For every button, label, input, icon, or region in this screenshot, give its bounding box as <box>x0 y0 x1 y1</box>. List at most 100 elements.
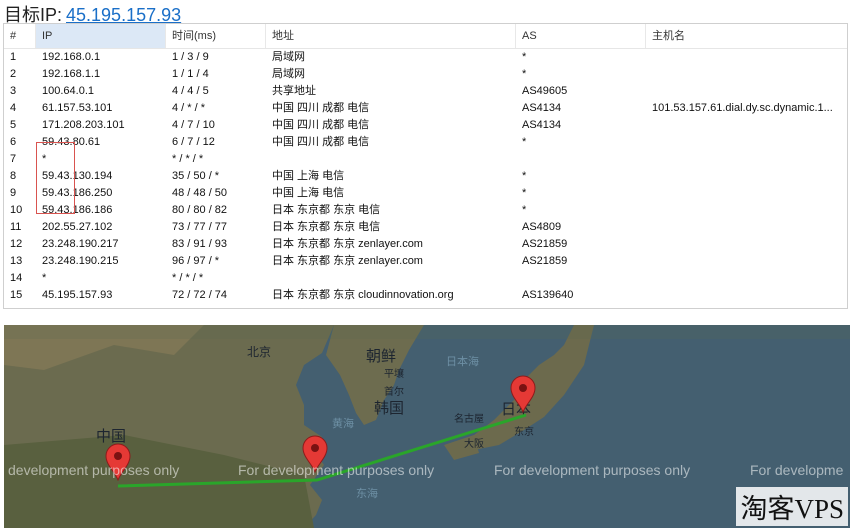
trace-table: # IP 时间(ms) 地址 AS 主机名 1 192.168.0.1 1 / 3 / 9 局域… <box>3 23 848 309</box>
label-nagoya: 名古屋 <box>454 414 484 425</box>
table-cell <box>646 270 847 287</box>
table-row[interactable]: 1 192.168.0.1 1 / 3 / 9 局域网 * <box>4 49 847 66</box>
table-cell: 日本 东京都 东京 zenlayer.com <box>272 255 423 267</box>
table-row[interactable]: 6 59.43.80.61 6 / 7 / 12 中国 四川 成都 电信 * <box>4 134 847 151</box>
table-cell: AS4134 <box>522 102 562 114</box>
table-cell: 6 <box>10 136 17 148</box>
table-cell <box>646 117 847 134</box>
table-cell: 15 <box>10 289 23 301</box>
table-row[interactable]: 3 100.64.0.1 4 / 4 / 5 共享地址 AS49605 <box>4 83 847 100</box>
column-header[interactable]: # <box>4 24 36 48</box>
table-cell <box>516 151 646 168</box>
table-cell: 171.208.203.101 <box>42 119 125 131</box>
table-cell: 10 <box>10 204 23 216</box>
label-tokyo: 东京 <box>514 427 534 438</box>
table-cell: 59.43.80.61 <box>42 136 101 148</box>
table-cell: AS21859 <box>522 238 568 250</box>
route-map[interactable]: 北京 朝鲜 平壤 首尔 韩国 日本海 黄海 东海 中国 名古屋 大阪 日本 东京… <box>4 325 850 528</box>
table-row[interactable]: 8 59.43.130.194 35 / 50 / * 中国 上海 电信 * <box>4 168 847 185</box>
brand-watermark: 淘客VPS <box>736 487 848 526</box>
table-cell: 中国 四川 成都 电信 <box>272 102 370 114</box>
table-cell: 80 / 80 / 82 <box>172 204 228 216</box>
dev-watermark-4: For developme <box>750 462 844 478</box>
table-cell: 59.43.186.186 <box>42 204 113 216</box>
table-cell <box>646 185 847 202</box>
table-cell: 4 <box>10 102 17 114</box>
table-cell: 23.248.190.217 <box>42 238 119 250</box>
table-cell: 12 <box>10 238 23 250</box>
table-cell: 23.248.190.215 <box>42 255 119 267</box>
column-header[interactable]: 时间(ms) <box>166 24 266 48</box>
table-cell <box>646 287 847 304</box>
table-cell: 日本 东京都 东京 电信 <box>272 221 381 233</box>
column-header[interactable]: 主机名 <box>646 24 847 48</box>
table-cell: 2 <box>10 68 17 80</box>
table-cell <box>646 168 847 185</box>
table-cell: 4 / 7 / 10 <box>172 119 215 131</box>
table-row[interactable]: 13 23.248.190.215 96 / 97 / * 日本 东京都 东京 zen… <box>4 253 847 270</box>
table-cell <box>646 151 847 168</box>
table-row[interactable]: 11 202.55.27.102 73 / 77 / 77 日本 东京都 东京 电信 A… <box>4 219 847 236</box>
table-header: # IP 时间(ms) 地址 AS 主机名 <box>4 24 847 49</box>
table-cell: 101.53.157.61.dial.dy.sc.dynamic.1... <box>652 102 833 114</box>
table-cell: 1 / 3 / 9 <box>172 51 209 63</box>
column-header[interactable]: AS <box>516 24 646 48</box>
dev-watermark-2: For development purposes only <box>238 462 435 478</box>
label-beijing: 北京 <box>247 345 272 359</box>
table-cell: 日本 东京都 东京 zenlayer.com <box>272 238 423 250</box>
table-cell: 59.43.186.250 <box>42 187 113 199</box>
table-cell: AS139640 <box>522 289 574 301</box>
table-row[interactable]: 14 * * / * / * <box>4 270 847 287</box>
table-cell: 192.168.1.1 <box>42 68 101 80</box>
label-east-sea: 东海 <box>356 488 378 500</box>
table-row[interactable]: 12 23.248.190.217 83 / 91 / 93 日本 东京都 东京 ze… <box>4 236 847 253</box>
table-cell: 1 / 1 / 4 <box>172 68 209 80</box>
table-cell <box>266 151 516 168</box>
label-pyongyang: 平壤 <box>384 369 404 380</box>
table-cell: 96 / 97 / * <box>172 255 220 267</box>
label-north-korea: 朝鲜 <box>366 348 397 365</box>
table-cell: 共享地址 <box>272 85 316 97</box>
table-cell: 9 <box>10 187 17 199</box>
table-row[interactable]: 7 * * / * / * <box>4 151 847 168</box>
table-cell: * <box>42 272 47 284</box>
map-pin-tokyo[interactable] <box>510 375 536 413</box>
table-cell: * <box>522 204 527 216</box>
table-cell: 14 <box>10 272 23 284</box>
label-seoul: 首尔 <box>384 387 404 398</box>
table-row[interactable]: 15 45.195.157.93 72 / 72 / 74 日本 东京都 东京 clo… <box>4 287 847 304</box>
title-bar: 目标IP: 45.195.157.93 <box>0 0 850 25</box>
table-cell: 6 / 7 / 12 <box>172 136 215 148</box>
label-yellow-sea: 黄海 <box>332 418 354 430</box>
table-row[interactable]: 10 59.43.186.186 80 / 80 / 82 日本 东京都 东京 电信 * <box>4 202 847 219</box>
table-cell: 35 / 50 / * <box>172 170 220 182</box>
table-cell <box>646 49 847 66</box>
table-cell: 4 / * / * <box>172 102 206 114</box>
table-cell: 中国 四川 成都 电信 <box>272 119 370 131</box>
dev-watermark-3: For development purposes only <box>494 462 691 478</box>
label-sea-of-japan: 日本海 <box>446 356 479 368</box>
table-cell: 中国 上海 电信 <box>272 187 345 199</box>
table-row[interactable]: 4 61.157.53.101 4 / * / * 中国 四川 成都 电信 AS4134… <box>4 100 847 117</box>
table-cell: 4 / 4 / 5 <box>172 85 209 97</box>
table-cell: 8 <box>10 170 17 182</box>
table-cell: 局域网 <box>272 51 305 63</box>
dev-watermark-1: development purposes only <box>8 462 180 478</box>
column-header[interactable]: 地址 <box>266 24 516 48</box>
target-ip-link[interactable]: 45.195.157.93 <box>66 5 181 25</box>
table-row[interactable]: 9 59.43.186.250 48 / 48 / 50 中国 上海 电信 * <box>4 185 847 202</box>
table-cell <box>266 270 516 287</box>
table-cell: 192.168.0.1 <box>42 51 101 63</box>
table-cell <box>646 66 847 83</box>
table-cell: 48 / 48 / 50 <box>172 187 228 199</box>
table-cell: 1 <box>10 51 17 63</box>
map-terrain <box>4 325 850 528</box>
table-cell: 中国 四川 成都 电信 <box>272 136 370 148</box>
table-cell: 59.43.130.194 <box>42 170 113 182</box>
table-row[interactable]: 2 192.168.1.1 1 / 1 / 4 局域网 * <box>4 66 847 83</box>
table-row[interactable]: 5 171.208.203.101 4 / 7 / 10 中国 四川 成都 电信 AS4… <box>4 117 847 134</box>
table-cell: * <box>522 136 527 148</box>
table-cell <box>646 253 847 270</box>
table-cell <box>646 202 847 219</box>
column-header[interactable]: IP <box>36 24 166 48</box>
